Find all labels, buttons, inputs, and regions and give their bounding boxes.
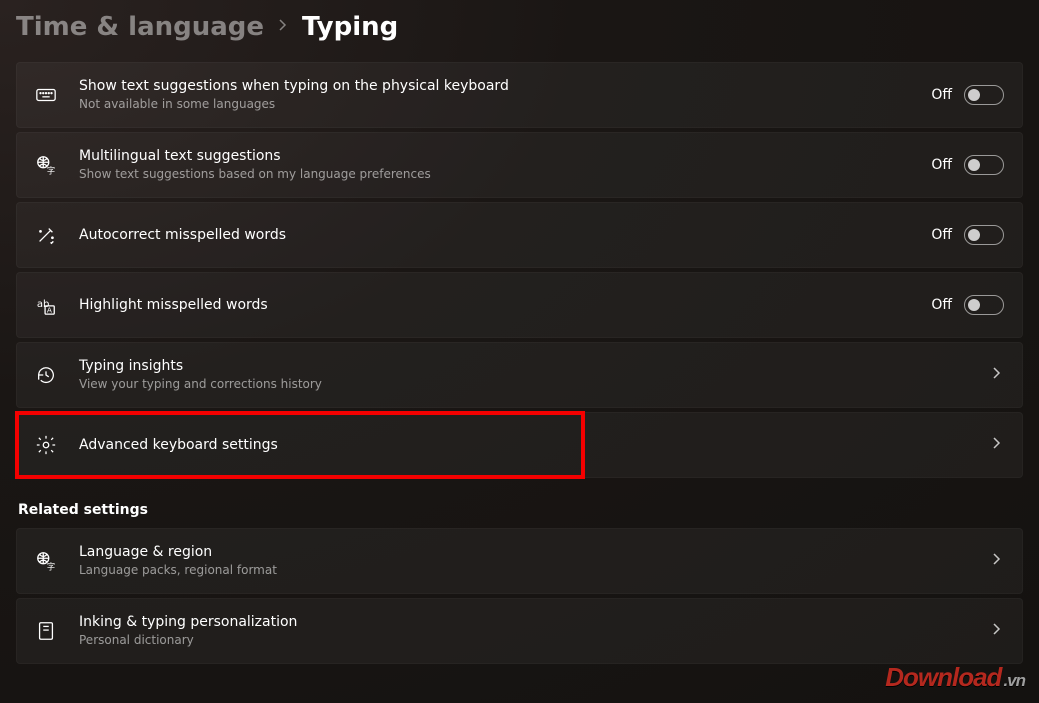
setting-subtitle: View your typing and corrections history: [79, 377, 990, 393]
chevron-right-icon: [990, 367, 1004, 383]
watermark: Download.vn: [885, 662, 1025, 693]
toggle-state-label: Off: [931, 227, 952, 243]
setting-typing-insights[interactable]: Typing insights View your typing and cor…: [16, 342, 1023, 408]
toggle-state-label: Off: [931, 87, 952, 103]
keyboard-icon: [35, 84, 57, 106]
svg-text:A: A: [47, 305, 52, 314]
chevron-right-icon: [278, 19, 288, 35]
setting-subtitle: Language packs, regional format: [79, 563, 990, 579]
setting-autocorrect-misspelled[interactable]: Autocorrect misspelled words Off: [16, 202, 1023, 268]
setting-title: Highlight misspelled words: [79, 296, 931, 314]
setting-title: Autocorrect misspelled words: [79, 226, 931, 244]
setting-title: Typing insights: [79, 357, 990, 375]
setting-advanced-keyboard[interactable]: Advanced keyboard settings: [16, 412, 1023, 478]
breadcrumb: Time & language Typing: [16, 12, 1023, 42]
setting-subtitle: Not available in some languages: [79, 97, 931, 113]
setting-text-suggestions-physical[interactable]: Show text suggestions when typing on the…: [16, 62, 1023, 128]
page-title: Typing: [302, 12, 398, 42]
watermark-brand: Download: [885, 662, 1001, 693]
breadcrumb-parent[interactable]: Time & language: [16, 12, 264, 42]
chevron-right-icon: [990, 623, 1004, 639]
chevron-right-icon: [990, 437, 1004, 453]
svg-text:字: 字: [47, 561, 55, 571]
watermark-tld: .vn: [1003, 671, 1025, 691]
gear-icon: [35, 434, 57, 456]
dictionary-icon: [35, 620, 57, 642]
setting-highlight-misspelled[interactable]: abA Highlight misspelled words Off: [16, 272, 1023, 338]
section-header-related: Related settings: [18, 502, 1023, 518]
spellcheck-icon: abA: [35, 294, 57, 316]
setting-subtitle: Personal dictionary: [79, 633, 990, 649]
toggle-switch[interactable]: [964, 85, 1004, 105]
toggle-state-label: Off: [931, 157, 952, 173]
svg-text:字: 字: [47, 165, 55, 175]
globe-translate-icon: 字: [35, 154, 57, 176]
toggle-switch[interactable]: [964, 155, 1004, 175]
setting-title: Multilingual text suggestions: [79, 147, 931, 165]
toggle-state-label: Off: [931, 297, 952, 313]
chevron-right-icon: [990, 553, 1004, 569]
history-icon: [35, 364, 57, 386]
setting-title: Advanced keyboard settings: [79, 436, 990, 454]
toggle-switch[interactable]: [964, 225, 1004, 245]
setting-multilingual-suggestions[interactable]: 字 Multilingual text suggestions Show tex…: [16, 132, 1023, 198]
setting-title: Language & region: [79, 543, 990, 561]
setting-title: Show text suggestions when typing on the…: [79, 77, 931, 95]
wand-icon: [35, 224, 57, 246]
setting-subtitle: Show text suggestions based on my langua…: [79, 167, 931, 183]
setting-title: Inking & typing personalization: [79, 613, 990, 631]
globe-translate-icon: 字: [35, 550, 57, 572]
toggle-switch[interactable]: [964, 295, 1004, 315]
setting-language-region[interactable]: 字 Language & region Language packs, regi…: [16, 528, 1023, 594]
setting-inking-typing-personalization[interactable]: Inking & typing personalization Personal…: [16, 598, 1023, 664]
